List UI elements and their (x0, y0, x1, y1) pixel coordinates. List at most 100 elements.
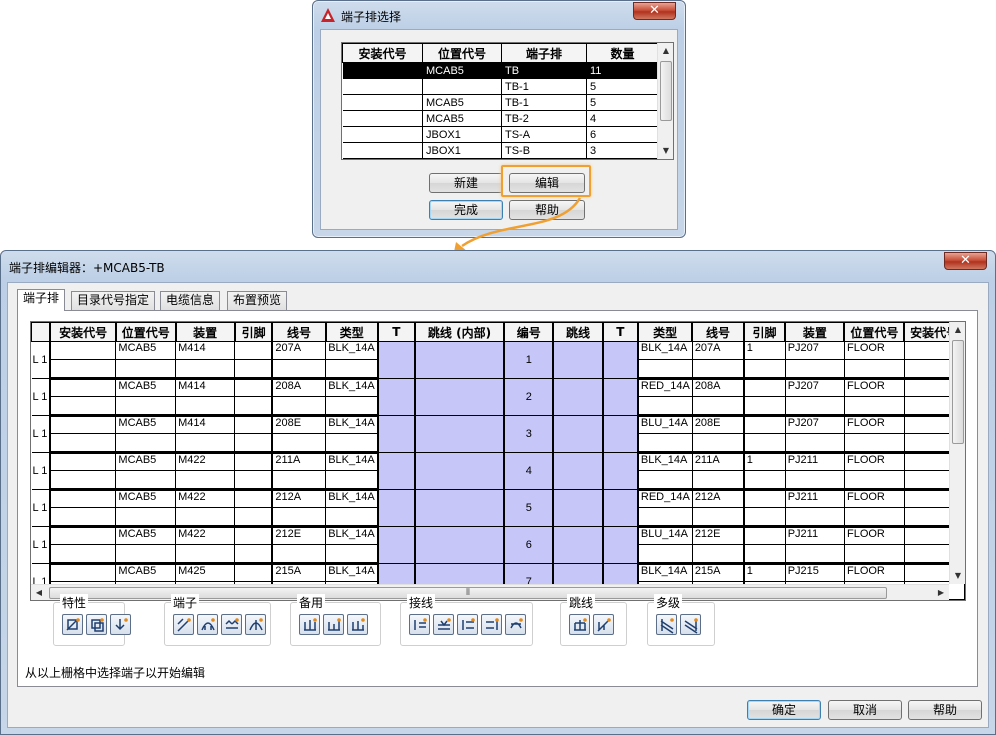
spare-delete-icon[interactable] (347, 614, 368, 635)
right-wire-cell[interactable]: 211A (692, 452, 745, 471)
left-type-cell-2[interactable] (325, 507, 379, 528)
left-device-cell-2[interactable] (175, 470, 236, 491)
left-type-cell[interactable]: BLK_14A (325, 452, 379, 471)
left-location-cell-2[interactable] (115, 396, 177, 417)
column-header[interactable]: 安装代号 (342, 43, 423, 63)
right-location-cell-2[interactable] (844, 359, 905, 380)
left-location-cell-2[interactable] (115, 359, 177, 380)
column-header[interactable] (31, 322, 52, 342)
right-location-cell[interactable]: FLOOR (844, 526, 905, 545)
right-location-cell[interactable]: FLOOR (844, 489, 905, 508)
left-device-cell-2[interactable] (175, 507, 236, 528)
left-pin-cell[interactable] (234, 378, 274, 397)
left-type-cell[interactable]: BLK_14A (325, 489, 379, 508)
close-button[interactable]: ✕ (944, 252, 987, 270)
left-location-cell-2[interactable] (115, 507, 177, 528)
right-pin-cell[interactable]: 1 (743, 452, 786, 471)
tab-catalog-assignment[interactable]: 目录代号指定 (71, 291, 156, 310)
right-device-cell[interactable]: PJ207 (785, 378, 845, 397)
horizontal-scrollbar[interactable]: ◀ ⦀ ▶ (31, 584, 949, 600)
left-wire-cell[interactable]: 207A (272, 341, 327, 360)
right-pin-cell[interactable]: 1 (743, 341, 786, 360)
jumper-cell[interactable] (553, 489, 604, 527)
wire-left-icon[interactable] (457, 614, 478, 635)
right-pin-cell-2[interactable] (743, 433, 786, 454)
right-type-cell-2[interactable] (637, 470, 693, 491)
table-row[interactable]: TB-1 5 (342, 78, 659, 95)
right-wire-cell-2[interactable] (692, 470, 745, 491)
spare-add-icon[interactable] (323, 614, 344, 635)
left-device-cell[interactable]: M414 (175, 415, 236, 434)
right-type-cell-2[interactable] (637, 507, 693, 528)
right-device-cell-2[interactable] (785, 359, 845, 380)
right-pin-cell[interactable] (743, 489, 786, 508)
column-header[interactable]: 类型 (637, 322, 694, 342)
left-pin-cell[interactable] (234, 452, 274, 471)
terminal-number[interactable]: 1 (504, 341, 555, 379)
left-location-cell[interactable]: MCAB5 (115, 378, 177, 397)
right-device-cell-2[interactable] (785, 507, 845, 528)
internal-jumper-cell[interactable] (414, 526, 506, 564)
tab-terminal-strip[interactable]: 端子排 (17, 289, 66, 311)
t-left-cell[interactable] (377, 452, 416, 490)
left-location-cell[interactable]: MCAB5 (115, 563, 177, 582)
vertical-scrollbar[interactable]: ▲ ▼ (949, 322, 965, 584)
terminal-row[interactable]: L 1 MCAB5 M414 208E BLK_14A 3 BLU_14A 208E PJ207… (31, 415, 965, 453)
scroll-up-icon[interactable]: ▲ (950, 322, 965, 338)
terminal-renumber-icon[interactable] (173, 614, 194, 635)
left-install-cell[interactable] (50, 526, 117, 545)
t-right-cell[interactable] (602, 378, 639, 416)
terminal-row[interactable]: L 1 MCAB5 M414 207A BLK_14A 1 BLK_14A 207A 1 PJ20… (31, 341, 965, 379)
internal-jumper-cell[interactable] (414, 452, 506, 490)
left-pin-cell[interactable] (234, 341, 274, 360)
column-header[interactable]: 端子排 (501, 43, 587, 63)
terminal-number[interactable]: 4 (504, 452, 555, 490)
left-pin-cell[interactable] (234, 415, 274, 434)
left-install-cell[interactable] (50, 341, 117, 360)
right-device-cell-2[interactable] (785, 544, 845, 565)
right-wire-cell-2[interactable] (692, 433, 745, 454)
left-wire-cell-2[interactable] (272, 544, 327, 565)
left-device-cell[interactable]: M414 (175, 341, 236, 360)
left-wire-cell-2[interactable] (272, 507, 327, 528)
column-header[interactable]: 位置代号 (115, 322, 177, 342)
left-device-cell-2[interactable] (175, 544, 236, 565)
column-header[interactable]: T (377, 322, 416, 342)
terminal-row[interactable]: L 1 MCAB5 M425 215A BLK_14A 7 BLK_14A 215A 1 PJ21… (31, 563, 965, 600)
internal-jumper-cell[interactable] (414, 378, 506, 416)
left-wire-cell[interactable]: 208E (272, 415, 327, 434)
column-header[interactable]: 线号 (271, 322, 327, 342)
left-pin-cell-2[interactable] (234, 359, 274, 380)
right-type-cell-2[interactable] (637, 544, 693, 565)
t-right-cell[interactable] (602, 341, 639, 379)
terminal-row[interactable]: L 1 MCAB5 M422 212E BLK_14A 6 BLU_14A 212E PJ211… (31, 526, 965, 564)
column-header[interactable]: 线号 (691, 322, 745, 342)
table-row[interactable]: JBOX1 TS-B 3 (342, 142, 659, 159)
left-device-cell-2[interactable] (175, 433, 236, 454)
left-pin-cell[interactable] (234, 489, 274, 508)
right-wire-cell[interactable]: 207A (692, 341, 745, 360)
spare-insert-icon[interactable] (299, 614, 320, 635)
scroll-right-icon[interactable]: ▶ (933, 585, 949, 600)
right-device-cell[interactable]: PJ207 (785, 341, 845, 360)
left-install-cell-2[interactable] (50, 507, 117, 528)
right-wire-cell[interactable]: 208A (692, 378, 745, 397)
right-wire-cell-2[interactable] (692, 396, 745, 417)
left-type-cell-2[interactable] (325, 359, 379, 380)
right-wire-cell[interactable]: 212A (692, 489, 745, 508)
left-type-cell-2[interactable] (325, 544, 379, 565)
right-pin-cell[interactable] (743, 415, 786, 434)
left-install-cell[interactable] (50, 378, 117, 397)
terminal-strip-list[interactable]: 安装代号 位置代号 端子排 数量 MCAB5 TB 11 TB-1 5 MCAB5 TB-1 5 MC… (341, 42, 674, 160)
left-wire-cell[interactable]: 215A (272, 563, 327, 582)
scroll-thumb[interactable] (952, 340, 964, 444)
column-header[interactable]: 数量 (586, 43, 659, 63)
right-location-cell[interactable]: FLOOR (844, 415, 905, 434)
vertical-scrollbar[interactable]: ▲ ▼ (657, 43, 673, 159)
table-row[interactable]: MCAB5 TB-2 4 (342, 110, 659, 127)
right-device-cell-2[interactable] (785, 433, 845, 454)
left-location-cell[interactable]: MCAB5 (115, 526, 177, 545)
t-left-cell[interactable] (377, 526, 416, 564)
right-device-cell-2[interactable] (785, 470, 845, 491)
left-wire-cell[interactable]: 208A (272, 378, 327, 397)
